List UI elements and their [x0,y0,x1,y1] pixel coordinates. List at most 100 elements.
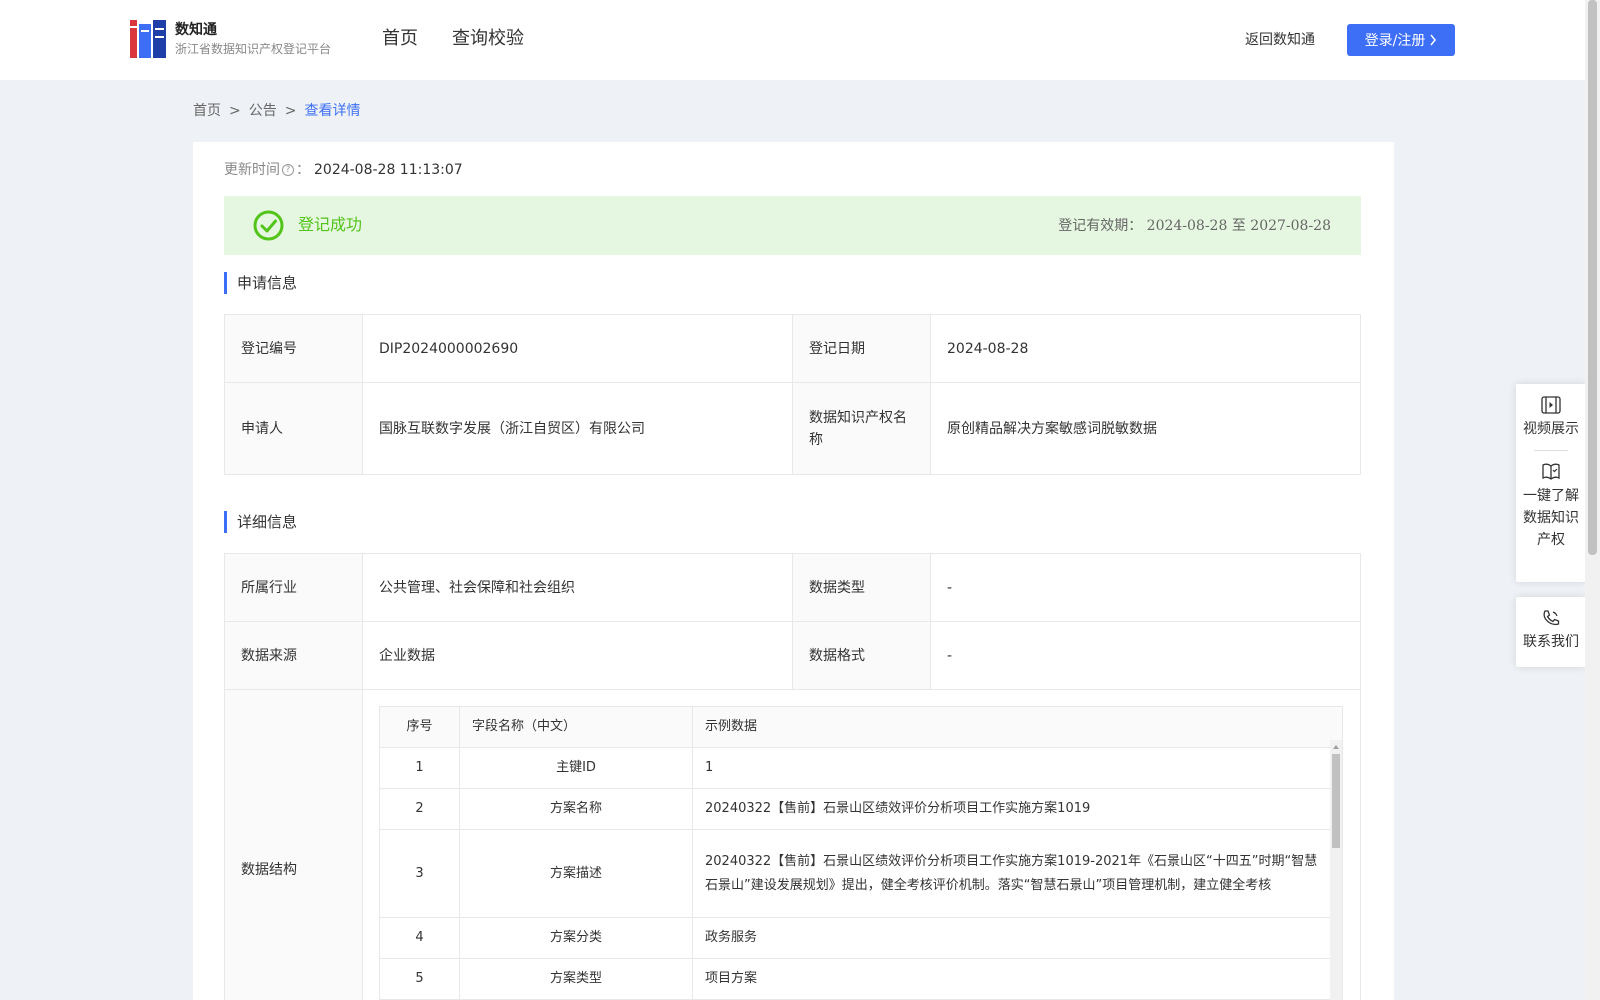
table-row: 4 方案分类 政务服务 [379,917,1343,959]
breadcrumb-notice[interactable]: 公告 [249,101,277,121]
divider [1534,450,1568,451]
contact-us-button[interactable]: 联系我们 [1516,609,1586,653]
table-row: 数据结构 序号 字段名称（中文） 示例数据 1 主键ID 1 2 方案名称 20… [224,689,1361,1000]
phone-icon [1543,610,1560,626]
col-header-field-name: 字段名称（中文） [459,706,693,748]
login-register-label: 登录/注册 [1364,33,1426,49]
logo-text: 数知通 浙江省数据知识产权登记平台 [175,20,331,58]
site-logo[interactable] [130,20,166,58]
validity-period: 登记有效期： 2024-08-28 至 2027-08-28 [1058,216,1331,236]
row-index: 3 [379,829,460,918]
industry-label: 所属行业 [224,553,363,622]
row-field-name: 方案描述 [459,829,693,918]
video-icon [1541,396,1561,414]
row-sample: 政务服务 [692,917,1343,959]
col-header-index: 序号 [379,706,460,748]
table-row: 数据来源 企业数据 数据格式 - [224,621,1361,690]
row-index: 2 [379,788,460,830]
data-type-label: 数据类型 [792,553,931,622]
update-time-row: 更新时间 ? ： 2024-08-28 11:13:07 [224,160,463,180]
update-time-colon: ： [296,162,310,178]
row-sample: 项目方案 [692,958,1343,1000]
row-sample: 20240322【售前】石景山区绩效评价分析项目工作实施方案1019-2021年… [692,829,1343,918]
data-source-label: 数据来源 [224,621,363,690]
table-row: 5 方案类型 项目方案 [379,958,1343,1000]
data-structure-label: 数据结构 [224,689,363,1000]
video-showcase-button[interactable]: 视频展示 [1516,396,1586,440]
detail-card: 更新时间 ? ： 2024-08-28 11:13:07 登记成功 登记有效期：… [193,142,1394,1000]
data-format-value: - [930,621,1361,690]
back-to-shuzhitong-link[interactable]: 返回数知通 [1245,30,1315,50]
scrollbar-thumb[interactable] [1332,754,1340,848]
validity-label: 登记有效期： [1058,218,1143,234]
chevron-right-icon [1430,34,1437,46]
row-index: 4 [379,917,460,959]
registration-status-bar: 登记成功 登记有效期： 2024-08-28 至 2027-08-28 [224,196,1361,255]
row-index: 1 [379,747,460,789]
data-structure-table: 序号 字段名称（中文） 示例数据 1 主键ID 1 2 方案名称 2024032… [379,706,1343,1000]
detail-info-table: 所属行业 公共管理、社会保障和社会组织 数据类型 - 数据来源 企业数据 数据格… [224,553,1361,1000]
reg-date-value: 2024-08-28 [930,314,1361,383]
logo-name: 数知通 [175,22,217,38]
status-text: 登记成功 [298,215,363,234]
validity-to: 至 [1231,218,1246,234]
row-field-name: 方案分类 [459,917,693,959]
book-icon [1542,463,1560,480]
table-row: 所属行业 公共管理、社会保障和社会组织 数据类型 - [224,553,1361,622]
structure-table-scrollbar[interactable] [1330,740,1342,1000]
breadcrumb-separator: > [229,103,241,119]
update-time-label: 更新时间 [224,162,280,178]
applicant-value: 国脉互联数字发展（浙江自贸区）有限公司 [362,382,793,475]
data-type-value: - [930,553,1361,622]
ip-name-label: 数据知识产权名称 [792,382,931,475]
row-field-name: 主键ID [459,747,693,789]
page-scrollbar[interactable] [1585,0,1600,1000]
video-showcase-label: 视频展示 [1523,421,1579,437]
reg-date-label: 登记日期 [792,314,931,383]
nav-query-verify[interactable]: 查询校验 [452,26,524,52]
section-title-detail: 详细信息 [224,511,297,533]
logo-subtitle: 浙江省数据知识产权登记平台 [175,42,332,56]
learn-ip-button[interactable]: 一键了解数据知识产权 [1516,461,1586,551]
learn-ip-label: 一键了解数据知识产权 [1523,488,1579,548]
update-time-value: 2024-08-28 11:13:07 [314,162,463,178]
table-row: 1 主键ID 1 [379,747,1343,789]
reg-no-value: DIP2024000002690 [362,314,793,383]
col-header-sample: 示例数据 [692,706,1343,748]
applicant-label: 申请人 [224,382,363,475]
top-header: 数知通 浙江省数据知识产权登记平台 首页 查询校验 返回数知通 登录/注册 [0,0,1585,80]
contact-us-label: 联系我们 [1523,634,1579,650]
data-format-label: 数据格式 [792,621,931,690]
industry-value: 公共管理、社会保障和社会组织 [362,553,793,622]
reg-no-label: 登记编号 [224,314,363,383]
validity-end: 2027-08-28 [1250,218,1331,234]
main-nav: 首页 查询校验 [382,26,524,52]
ip-name-value: 原创精品解决方案敏感词脱敏数据 [930,382,1361,475]
row-index: 5 [379,958,460,1000]
breadcrumb-home[interactable]: 首页 [193,101,221,121]
row-sample: 20240322【售前】石景山区绩效评价分析项目工作实施方案1019 [692,788,1343,830]
row-field-name: 方案名称 [459,788,693,830]
data-source-value: 企业数据 [362,621,793,690]
question-circle-icon[interactable]: ? [282,164,294,176]
float-panel-top: 视频展示 一键了解数据知识产权 [1516,384,1586,582]
application-info-table: 登记编号 DIP2024000002690 登记日期 2024-08-28 申请… [224,314,1361,475]
breadcrumb-current: 查看详情 [304,103,361,119]
login-register-button[interactable]: 登录/注册 [1347,24,1455,56]
scroll-up-arrow-icon[interactable] [1330,742,1342,752]
section-title-application: 申请信息 [224,272,297,294]
page-scrollbar-thumb[interactable] [1588,0,1597,555]
breadcrumb: 首页 > 公告 > 查看详情 [193,101,360,121]
table-row: 登记编号 DIP2024000002690 登记日期 2024-08-28 [224,314,1361,383]
data-structure-cell: 序号 字段名称（中文） 示例数据 1 主键ID 1 2 方案名称 2024032… [362,689,1361,1000]
float-panel-bottom: 联系我们 [1516,597,1586,667]
table-row: 2 方案名称 20240322【售前】石景山区绩效评价分析项目工作实施方案101… [379,788,1343,830]
row-sample: 1 [692,747,1343,789]
check-circle-icon [253,210,284,241]
breadcrumb-separator: > [284,103,297,119]
table-row: 3 方案描述 20240322【售前】石景山区绩效评价分析项目工作实施方案101… [379,829,1343,918]
validity-start: 2024-08-28 [1146,218,1228,234]
nav-home[interactable]: 首页 [382,26,418,52]
row-field-name: 方案类型 [459,958,693,1000]
table-row: 申请人 国脉互联数字发展（浙江自贸区）有限公司 数据知识产权名称 原创精品解决方… [224,382,1361,475]
